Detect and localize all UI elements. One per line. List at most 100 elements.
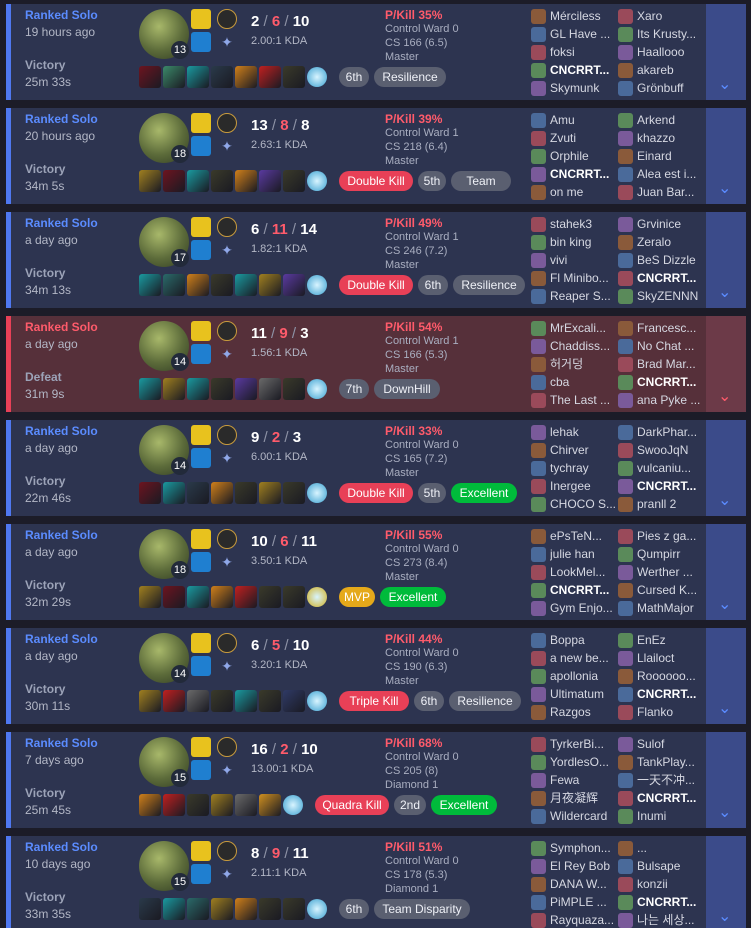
ward-trinket-icon[interactable]: [307, 587, 327, 607]
player-champion-icon[interactable]: [618, 131, 633, 146]
player-champion-icon[interactable]: [618, 27, 633, 42]
player-champion-icon[interactable]: [531, 687, 546, 702]
player-champion-icon[interactable]: [618, 565, 633, 580]
player-row[interactable]: Symphon...: [531, 840, 617, 858]
player-row[interactable]: CNCRRT...: [618, 478, 704, 496]
player-champion-icon[interactable]: [618, 841, 633, 856]
match-card[interactable]: Ranked Solo 20 hours ago Victory 34m 5s 18 ✦ 1…: [6, 108, 746, 204]
player-name[interactable]: GL Have ...: [550, 27, 618, 42]
player-champion-icon[interactable]: [618, 339, 633, 354]
player-row[interactable]: Chirver: [531, 442, 617, 460]
player-row[interactable]: foksi: [531, 44, 617, 62]
player-row[interactable]: CNCRRT...: [618, 894, 704, 912]
player-name[interactable]: DarkPhar...: [637, 425, 705, 440]
player-row[interactable]: CNCRRT...: [618, 790, 704, 808]
player-name[interactable]: Haallooo: [637, 45, 705, 60]
item-icon[interactable]: [283, 482, 305, 504]
player-name[interactable]: Roooooo...: [637, 669, 705, 684]
player-row[interactable]: Einard: [618, 148, 704, 166]
player-champion-icon[interactable]: [531, 253, 546, 268]
player-name[interactable]: Qumpirr: [637, 547, 705, 562]
item-icon[interactable]: [259, 690, 281, 712]
item-icon[interactable]: [139, 378, 161, 400]
item-icon[interactable]: [259, 482, 281, 504]
player-name[interactable]: 月夜凝辉: [550, 791, 618, 806]
item-icon[interactable]: [283, 274, 305, 296]
player-row[interactable]: Rayquaza...: [531, 912, 617, 928]
player-row[interactable]: Mérciless: [531, 8, 617, 26]
player-name[interactable]: Sulof: [637, 737, 705, 752]
player-name[interactable]: TyrkerBi...: [550, 737, 618, 752]
summoner-spell-flash-icon[interactable]: [191, 321, 211, 341]
expand-details-button[interactable]: ⌄: [706, 420, 746, 516]
player-row[interactable]: TyrkerBi...: [531, 736, 617, 754]
player-name[interactable]: Werther ...: [637, 565, 705, 580]
item-icon[interactable]: [235, 482, 257, 504]
player-row[interactable]: PiMPLE ...: [531, 894, 617, 912]
player-champion-icon[interactable]: [531, 651, 546, 666]
match-card[interactable]: Ranked Solo a day ago Victory 30m 11s 14 ✦ 6 /…: [6, 628, 746, 724]
player-champion-icon[interactable]: [618, 149, 633, 164]
expand-details-button[interactable]: ⌄: [706, 316, 746, 412]
summoner-spell-flash-icon[interactable]: [191, 529, 211, 549]
player-champion-icon[interactable]: [531, 27, 546, 42]
player-champion-icon[interactable]: [531, 773, 546, 788]
player-row[interactable]: CNCRRT...: [618, 374, 704, 392]
player-name[interactable]: Chirver: [550, 443, 618, 458]
player-row[interactable]: Arkend: [618, 112, 704, 130]
item-icon[interactable]: [163, 690, 185, 712]
summoner-spell-flash-icon[interactable]: [191, 9, 211, 29]
player-name[interactable]: ana Pyke ...: [637, 393, 705, 408]
player-champion-icon[interactable]: [618, 63, 633, 78]
item-icon[interactable]: [139, 898, 161, 920]
player-name[interactable]: Llailoct: [637, 651, 705, 666]
item-icon[interactable]: [211, 794, 233, 816]
player-row[interactable]: Llailoct: [618, 650, 704, 668]
keystone-rune-icon[interactable]: [217, 217, 237, 237]
player-row[interactable]: BeS Dizzle: [618, 252, 704, 270]
player-row[interactable]: Grvinice: [618, 216, 704, 234]
player-row[interactable]: 一天不冲...: [618, 772, 704, 790]
player-name[interactable]: Amu: [550, 113, 618, 128]
player-row[interactable]: 나는 세상...: [618, 912, 704, 928]
player-row[interactable]: GL Have ...: [531, 26, 617, 44]
item-icon[interactable]: [139, 482, 161, 504]
player-name[interactable]: bin king: [550, 235, 618, 250]
item-icon[interactable]: [163, 586, 185, 608]
summoner-spell-flash-icon[interactable]: [191, 841, 211, 861]
player-champion-icon[interactable]: [618, 375, 633, 390]
summoner-spell-flash-icon[interactable]: [191, 217, 211, 237]
player-champion-icon[interactable]: [531, 529, 546, 544]
item-icon[interactable]: [187, 794, 209, 816]
player-name[interactable]: lehak: [550, 425, 618, 440]
player-champion-icon[interactable]: [531, 583, 546, 598]
player-row[interactable]: akareb: [618, 62, 704, 80]
player-name[interactable]: Reaper S...: [550, 289, 618, 304]
summoner-spell-ghost-icon[interactable]: [191, 760, 211, 780]
player-name[interactable]: Xaro: [637, 9, 705, 24]
player-row[interactable]: tychray: [531, 460, 617, 478]
player-row[interactable]: Alea est i...: [618, 166, 704, 184]
player-name[interactable]: CNCRRT...: [550, 167, 618, 182]
secondary-rune-icon[interactable]: ✦: [219, 554, 235, 570]
player-row[interactable]: LookMel...: [531, 564, 617, 582]
player-name[interactable]: Ultimatum: [550, 687, 618, 702]
player-row[interactable]: Francesc...: [618, 320, 704, 338]
player-name[interactable]: Chaddiss...: [550, 339, 618, 354]
summoner-spell-flash-icon[interactable]: [191, 113, 211, 133]
player-name[interactable]: CNCRRT...: [637, 375, 705, 390]
player-name[interactable]: MrExcali...: [550, 321, 618, 336]
player-champion-icon[interactable]: [531, 809, 546, 824]
player-champion-icon[interactable]: [531, 425, 546, 440]
player-champion-icon[interactable]: [531, 81, 546, 96]
player-row[interactable]: Cursed K...: [618, 582, 704, 600]
match-card[interactable]: Ranked Solo a day ago Defeat 31m 9s 14 ✦ 11 / …: [6, 316, 746, 412]
keystone-rune-icon[interactable]: [217, 321, 237, 341]
player-name[interactable]: SkyZENNN: [637, 289, 705, 304]
player-champion-icon[interactable]: [618, 167, 633, 182]
player-champion-icon[interactable]: [618, 271, 633, 286]
player-champion-icon[interactable]: [618, 529, 633, 544]
player-row[interactable]: The Last ...: [531, 392, 617, 410]
item-icon[interactable]: [235, 690, 257, 712]
player-champion-icon[interactable]: [531, 895, 546, 910]
